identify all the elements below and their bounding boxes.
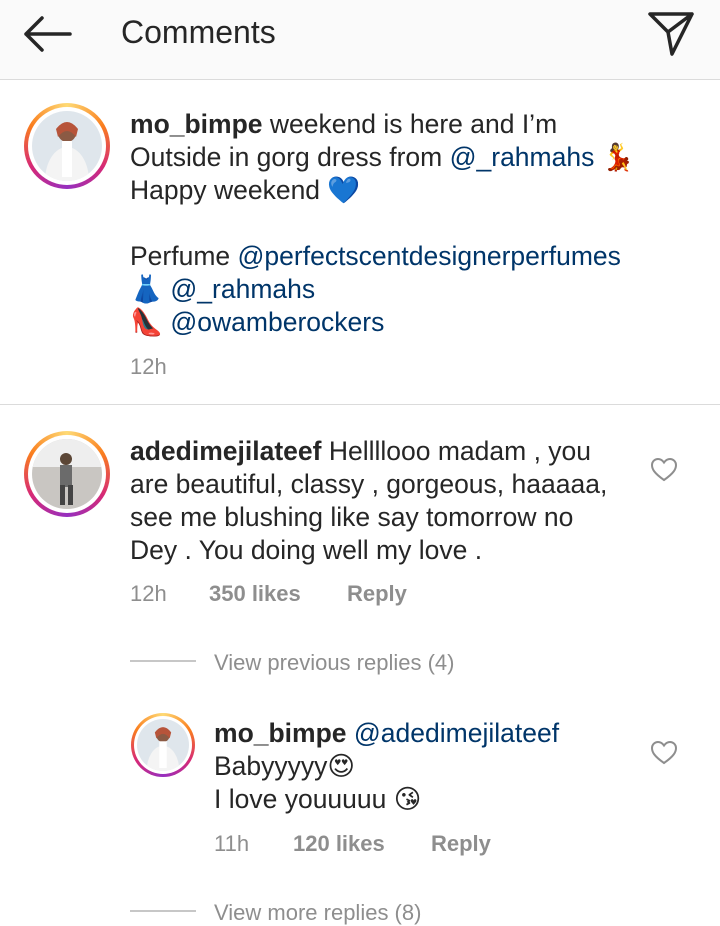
avatar-photo xyxy=(137,719,189,771)
comment-line-4: Dey . You doing well my love . xyxy=(130,535,483,565)
caption-line-4: Perfume @perfectscentdesignerperfumes xyxy=(130,241,621,271)
reply-username[interactable]: mo_bimpe xyxy=(214,718,347,748)
reply-line-2: Babyyyyy😍 xyxy=(214,751,356,782)
heel-emoji: 👠 xyxy=(130,307,163,338)
caption-username[interactable]: mo_bimpe xyxy=(130,109,263,139)
reply-line-3: I love youuuuu 😘 xyxy=(214,784,422,815)
heart-outline-icon xyxy=(650,457,678,482)
caption-line-2: Outside in gorg dress from @_rahmahs 💃 xyxy=(130,142,635,173)
avatar-photo xyxy=(32,439,102,509)
dancer-emoji: 💃 xyxy=(601,142,635,173)
like-button[interactable] xyxy=(650,457,678,483)
like-button[interactable] xyxy=(650,740,678,766)
caption-timestamp: 12h xyxy=(130,354,167,379)
back-button[interactable] xyxy=(18,12,78,56)
reply-likes[interactable]: 120 likes xyxy=(293,831,385,857)
share-button[interactable] xyxy=(644,8,698,58)
comment-line-3: see me blushing like say tomorrow no xyxy=(130,502,574,532)
mention-link[interactable]: @owamberockers xyxy=(170,307,384,337)
header-bar: Comments xyxy=(0,0,720,80)
heart-outline-icon xyxy=(650,740,678,765)
mention-link[interactable]: @perfectscentdesignerperfumes xyxy=(238,241,621,271)
comment-timestamp: 12h xyxy=(130,581,167,606)
reply-reply-button[interactable]: Reply xyxy=(431,831,491,857)
comment-reply-button[interactable]: Reply xyxy=(347,581,407,607)
view-more-replies[interactable]: View more replies (8) xyxy=(214,900,421,926)
thread-line xyxy=(130,660,196,662)
comment-line-1: adedimejilateef Hellllooo madam , you xyxy=(130,436,592,466)
reply-avatar[interactable] xyxy=(131,713,195,777)
caption-line-3: Happy weekend 💙 xyxy=(130,175,361,206)
page-title: Comments xyxy=(121,14,276,50)
divider xyxy=(0,404,720,405)
caption-line-5: 👗 @_rahmahs xyxy=(130,273,315,306)
comment-likes[interactable]: 350 likes xyxy=(209,581,301,607)
reply-line-1: mo_bimpe @adedimejilateef xyxy=(214,717,559,750)
view-previous-replies[interactable]: View previous replies (4) xyxy=(214,650,454,676)
thread-line xyxy=(130,910,196,912)
comment-avatar[interactable] xyxy=(24,431,110,517)
kiss-emoji: 😘 xyxy=(393,784,422,815)
caption-avatar[interactable] xyxy=(24,103,110,189)
mention-link[interactable]: @_rahmahs xyxy=(450,142,595,172)
caption-line-6: 👠 @owamberockers xyxy=(130,306,384,339)
arrow-left-icon xyxy=(24,16,72,52)
avatar-photo xyxy=(32,111,102,181)
comment-username[interactable]: adedimejilateef xyxy=(130,436,321,466)
comment-line-2: are beautiful, classy , gorgeous, haaaaa… xyxy=(130,469,608,499)
dress-emoji: 👗 xyxy=(130,274,163,305)
blue-heart-emoji: 💙 xyxy=(327,175,361,206)
caption-line-1: mo_bimpe weekend is here and I’m xyxy=(130,109,558,139)
mention-link[interactable]: @adedimejilateef xyxy=(354,718,559,748)
paper-plane-icon xyxy=(648,12,694,56)
mention-link[interactable]: @_rahmahs xyxy=(170,274,315,304)
reply-timestamp: 11h xyxy=(214,831,250,856)
heart-eyes-emoji: 😍 xyxy=(327,751,356,782)
